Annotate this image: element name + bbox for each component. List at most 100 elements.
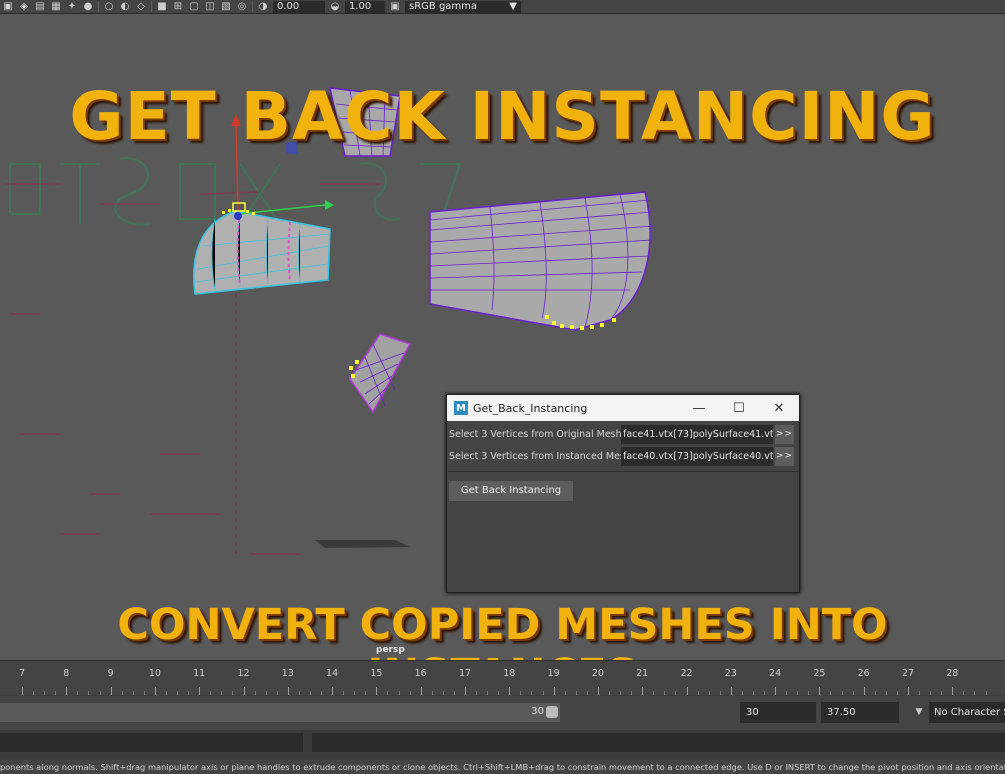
frame-number: 19 [547, 668, 560, 679]
wireframe-icon[interactable]: ○ [103, 1, 115, 13]
camera-icon[interactable]: ● [82, 1, 94, 13]
toolbar-divider [98, 1, 99, 12]
snapshot-icon[interactable]: ▤ [34, 1, 46, 13]
frame-tick [243, 687, 245, 695]
subframe-tick [143, 691, 145, 695]
subframe-tick [453, 691, 455, 695]
subframe-tick [77, 691, 79, 695]
colorspace-icon[interactable]: ▣ [389, 1, 401, 13]
frame-number: 9 [107, 668, 114, 679]
load-instanced-button[interactable]: >> [775, 446, 794, 466]
frame-number: 24 [769, 668, 782, 679]
safe-icon[interactable]: ▧ [220, 1, 232, 13]
get-back-instancing-button[interactable]: Get Back Instancing [449, 481, 573, 501]
minimize-button[interactable]: — [679, 395, 719, 421]
window-title: Get_Back_Instancing [473, 401, 588, 415]
animation-end-field[interactable]: 30 [740, 702, 816, 723]
grid-icon[interactable]: ⊞ [172, 1, 184, 13]
subframe-tick [188, 691, 190, 695]
shaded-icon[interactable]: ◐ [119, 1, 131, 13]
isolate-icon[interactable]: ■ [156, 1, 168, 13]
maximize-button[interactable]: ☐ [719, 395, 759, 421]
chevron-down-icon: ▼ [509, 0, 517, 12]
subframe-tick [177, 691, 179, 695]
frame-number: 15 [370, 668, 383, 679]
subframe-tick [697, 691, 699, 695]
load-original-button[interactable]: >> [775, 424, 794, 444]
frame-tick [154, 687, 156, 695]
frame-number: 10 [148, 668, 161, 679]
exposure-field[interactable]: 0.00 [273, 0, 325, 13]
subframe-tick [165, 691, 167, 695]
film-gate-icon[interactable]: ◫ [204, 1, 216, 13]
subframe-tick [586, 691, 588, 695]
subframe-tick [387, 691, 389, 695]
get-back-instancing-window: M Get_Back_Instancing — ☐ ✕ Select 3 Ver… [446, 394, 800, 593]
subframe-tick [487, 691, 489, 695]
chevron-down-icon[interactable]: ▼ [910, 702, 928, 723]
subframe-tick [608, 691, 610, 695]
subframe-tick [210, 691, 212, 695]
frame-tick [66, 687, 68, 695]
subframe-tick [974, 691, 976, 695]
colorspace-label: sRGB gamma [409, 0, 478, 12]
subframe-tick [55, 691, 57, 695]
range-slider-row: 30 30 37.50 ▼ No Character Set [0, 696, 1005, 730]
time-slider[interactable]: 7 8 9 10 11 12 13 14 15 16 17 18 19 20 21 22 23 24 25 26 27 2… [0, 660, 1005, 695]
headline-title: GET BACK INSTANCING [69, 78, 936, 155]
subframe-tick [620, 691, 622, 695]
frame-tick [376, 687, 378, 695]
subframe-tick [498, 691, 500, 695]
subframe-tick [741, 691, 743, 695]
frame-number: 20 [591, 668, 604, 679]
light-icon[interactable]: ✦ [66, 1, 78, 13]
close-button[interactable]: ✕ [759, 395, 799, 421]
original-mesh-field[interactable]: face41.vtx[73]polySurface41.vtx[74] [621, 424, 773, 444]
frame-tick [730, 687, 732, 695]
field-chart-icon[interactable]: ◎ [236, 1, 248, 13]
subframe-tick [675, 691, 677, 695]
subframe-tick [963, 691, 965, 695]
frame-tick [199, 687, 201, 695]
toolbar-divider [151, 1, 152, 12]
frame-tick [597, 687, 599, 695]
command-input[interactable] [0, 733, 303, 752]
viewport-toolbar: ▣ ◈ ▤ ▦ ✦ ● ○ ◐ ◇ ■ ⊞ ▢ ◫ ▧ ◎ ◑ 0.00 ◒ 1… [0, 0, 1005, 14]
subframe-tick [985, 691, 987, 695]
frame-tick [110, 687, 112, 695]
character-set-dropdown[interactable]: No Character Set [929, 702, 1005, 723]
frame-tick [686, 687, 688, 695]
colorspace-dropdown[interactable]: sRGB gamma ▼ [405, 0, 521, 13]
subframe-tick [708, 691, 710, 695]
playback-end-field[interactable]: 37.50 [821, 702, 899, 723]
checker-icon[interactable]: ▦ [50, 1, 62, 13]
frame-number: 28 [946, 668, 959, 679]
subframe-tick [99, 691, 101, 695]
subframe-tick [564, 691, 566, 695]
ipr-icon[interactable]: ◈ [18, 1, 30, 13]
gamma-field[interactable]: 1.00 [345, 0, 385, 13]
subframe-tick [752, 691, 754, 695]
window-titlebar[interactable]: M Get_Back_Instancing — ☐ ✕ [447, 395, 799, 421]
exposure-icon[interactable]: ◑ [257, 1, 269, 13]
subframe-tick [476, 691, 478, 695]
frame-tick [420, 687, 422, 695]
subframe-tick [786, 691, 788, 695]
range-slider[interactable]: 30 [0, 703, 560, 722]
frame-number: 21 [636, 668, 649, 679]
frame-number: 25 [813, 668, 826, 679]
range-slider-handle[interactable] [546, 706, 558, 718]
xray-icon[interactable]: ◇ [135, 1, 147, 13]
frame-tick [509, 687, 511, 695]
subframe-tick [852, 691, 854, 695]
frame-tick [332, 687, 334, 695]
gamma-icon[interactable]: ◒ [329, 1, 341, 13]
subframe-tick [298, 691, 300, 695]
resolution-icon[interactable]: ▢ [188, 1, 200, 13]
frame-number: 16 [414, 668, 427, 679]
subframe-tick [764, 691, 766, 695]
render-icon[interactable]: ▣ [2, 1, 14, 13]
instanced-mesh-field[interactable]: face40.vtx[73]polySurface40.vtx[74] [621, 446, 773, 466]
frame-number: 18 [503, 668, 516, 679]
subframe-tick [664, 691, 666, 695]
